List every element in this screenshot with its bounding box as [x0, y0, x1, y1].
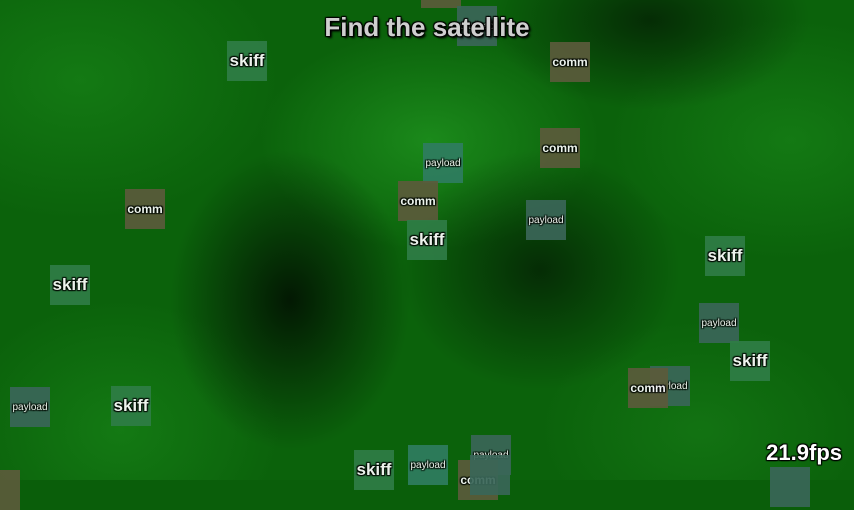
skiff-target[interactable]: skiff: [50, 265, 90, 305]
payload-target[interactable]: [770, 467, 810, 507]
payload-target[interactable]: [470, 455, 510, 495]
fps-counter: 21.9fps: [766, 440, 842, 465]
payload-target[interactable]: payload: [526, 200, 566, 240]
payload-target[interactable]: payload: [10, 387, 50, 427]
comm-target[interactable]: [0, 470, 20, 510]
payload-target[interactable]: payload: [457, 6, 497, 46]
skiff-target[interactable]: skiff: [407, 220, 447, 260]
skiff-target[interactable]: skiff: [705, 236, 745, 276]
comm-target[interactable]: comm: [398, 181, 438, 221]
skiff-target[interactable]: skiff: [354, 450, 394, 490]
comm-target[interactable]: [421, 0, 461, 8]
comm-target[interactable]: comm: [540, 128, 580, 168]
skiff-target[interactable]: skiff: [111, 386, 151, 426]
skiff-target[interactable]: skiff: [730, 341, 770, 381]
comm-target[interactable]: comm: [125, 189, 165, 229]
comm-target[interactable]: comm: [628, 368, 668, 408]
payload-target[interactable]: payload: [699, 303, 739, 343]
comm-target[interactable]: comm: [550, 42, 590, 82]
payload-target[interactable]: payload: [423, 143, 463, 183]
payload-target[interactable]: payload: [408, 445, 448, 485]
skiff-target[interactable]: skiff: [227, 41, 267, 81]
